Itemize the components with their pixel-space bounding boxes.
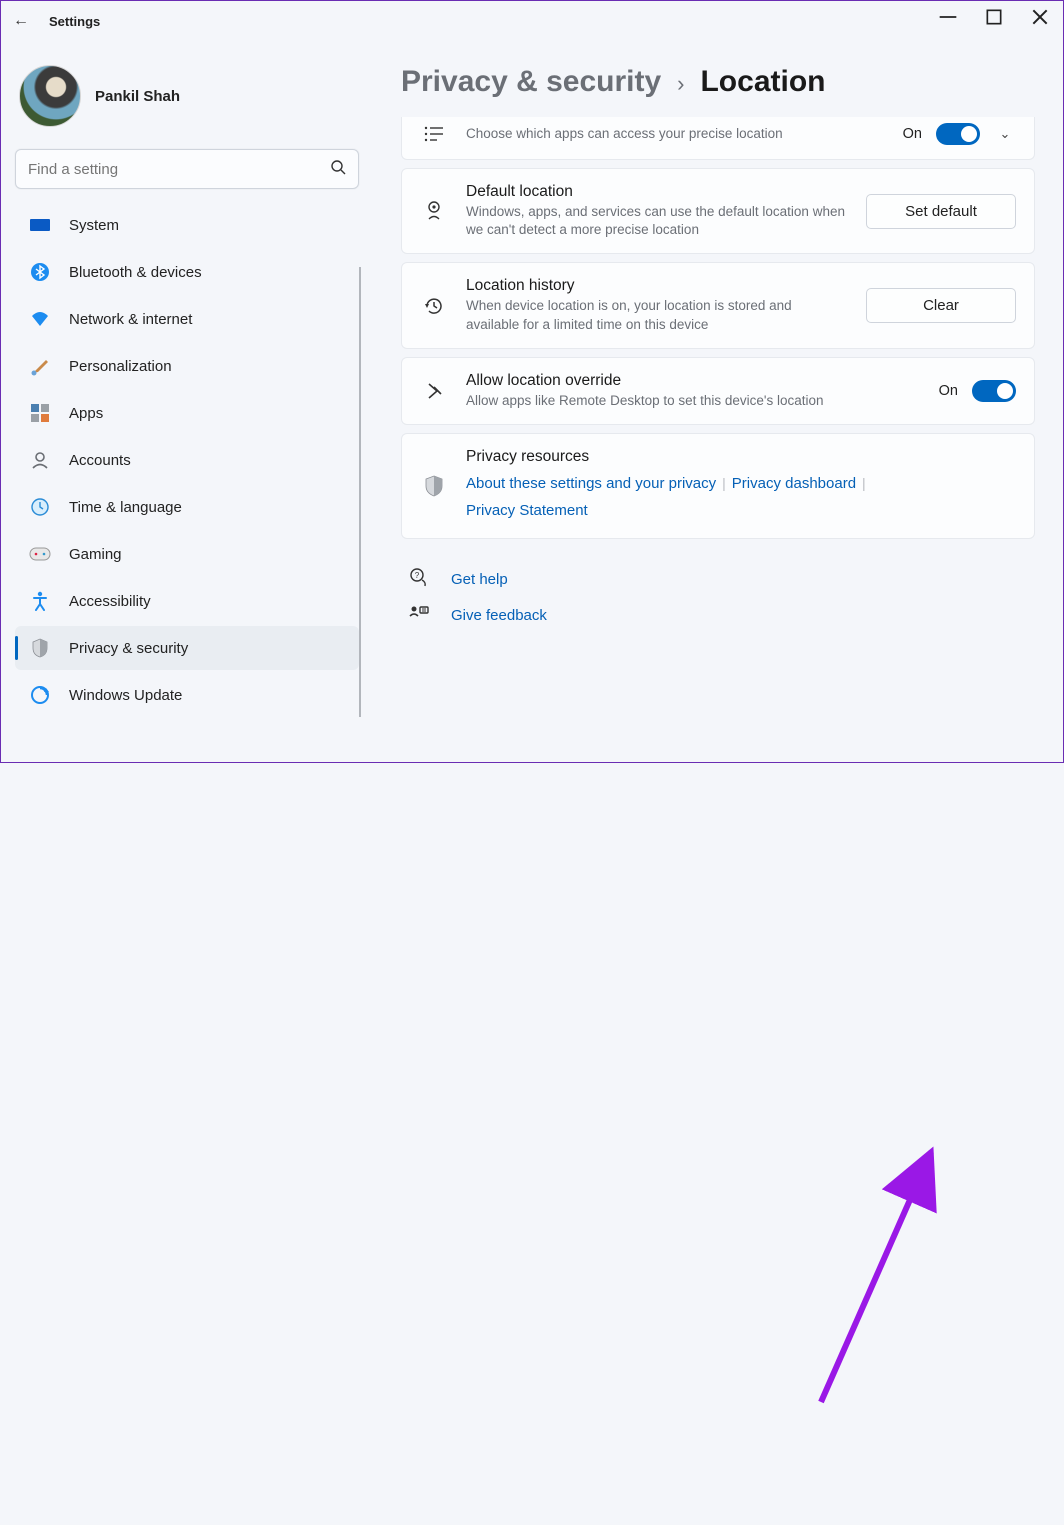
- main-content: Privacy & security › Location Choose whi…: [373, 41, 1063, 762]
- get-help-link[interactable]: Get help: [451, 571, 508, 588]
- sidebar-item-label: Windows Update: [69, 687, 182, 704]
- card-default-location: Default location Windows, apps, and serv…: [401, 168, 1035, 254]
- sidebar-item-network[interactable]: Network & internet: [15, 297, 359, 341]
- card-title: Default location: [466, 183, 848, 201]
- user-name: Pankil Shah: [95, 88, 180, 105]
- card-desc: Choose which apps can access your precis…: [466, 125, 885, 143]
- card-title: Privacy resources: [466, 448, 1016, 466]
- sidebar-scrollbar[interactable]: [359, 267, 361, 717]
- page-title: Location: [700, 65, 825, 99]
- sidebar-item-bluetooth[interactable]: Bluetooth & devices: [15, 250, 359, 294]
- sidebar-item-label: Privacy & security: [69, 640, 188, 657]
- set-default-button[interactable]: Set default: [866, 194, 1016, 229]
- nav-list: System Bluetooth & devices Network & int…: [15, 203, 359, 717]
- toggle-allow-override[interactable]: [972, 380, 1016, 402]
- back-button[interactable]: ←: [9, 12, 33, 30]
- search-box[interactable]: [15, 149, 359, 189]
- sidebar-item-apps[interactable]: Apps: [15, 391, 359, 435]
- toggle-state-label: On: [939, 383, 958, 399]
- sidebar: Pankil Shah System Bluetooth & devices N…: [1, 41, 373, 762]
- help-icon: ?: [409, 567, 431, 592]
- link-privacy-dashboard[interactable]: Privacy dashboard: [732, 475, 856, 492]
- sidebar-item-label: Personalization: [69, 358, 172, 375]
- sidebar-item-gaming[interactable]: Gaming: [15, 532, 359, 576]
- chevron-right-icon: ›: [677, 71, 684, 97]
- sidebar-item-label: Gaming: [69, 546, 122, 563]
- search-input[interactable]: [28, 161, 330, 178]
- sidebar-item-label: Network & internet: [69, 311, 192, 328]
- avatar: [19, 65, 81, 127]
- location-pin-icon: [420, 199, 448, 223]
- separator: |: [716, 475, 732, 491]
- gaming-icon: [29, 543, 51, 565]
- give-feedback-row[interactable]: Give feedback: [401, 598, 1035, 633]
- sidebar-item-label: Time & language: [69, 499, 182, 516]
- sidebar-item-label: System: [69, 217, 119, 234]
- brush-icon: [29, 355, 51, 377]
- sidebar-item-label: Accounts: [69, 452, 131, 469]
- history-icon: [420, 295, 448, 317]
- wifi-icon: [29, 308, 51, 330]
- toggle-precise-location[interactable]: [936, 123, 980, 145]
- minimize-button[interactable]: [925, 1, 971, 33]
- minimize-icon: [938, 7, 958, 27]
- card-allow-override: Allow location override Allow apps like …: [401, 357, 1035, 425]
- give-feedback-link[interactable]: Give feedback: [451, 607, 547, 624]
- link-about-privacy[interactable]: About these settings and your privacy: [466, 475, 716, 492]
- maximize-icon: [984, 7, 1004, 27]
- card-desc: Windows, apps, and services can use the …: [466, 203, 848, 239]
- sidebar-item-system[interactable]: System: [15, 203, 359, 247]
- list-settings-icon: [420, 125, 448, 143]
- sidebar-item-personalization[interactable]: Personalization: [15, 344, 359, 388]
- footer-links: ? Get help Give feedback: [401, 561, 1035, 633]
- sidebar-item-label: Apps: [69, 405, 103, 422]
- accounts-icon: [29, 449, 51, 471]
- sidebar-item-label: Bluetooth & devices: [69, 264, 202, 281]
- shield-icon: [29, 637, 51, 659]
- toggle-state-label: On: [903, 126, 922, 142]
- link-privacy-statement[interactable]: Privacy Statement: [466, 502, 588, 519]
- card-desc: Allow apps like Remote Desktop to set th…: [466, 392, 921, 410]
- separator: |: [856, 475, 872, 491]
- chevron-down-icon[interactable]: ⌄: [994, 126, 1016, 142]
- card-title: Allow location override: [466, 372, 921, 390]
- sidebar-item-accessibility[interactable]: Accessibility: [15, 579, 359, 623]
- card-precise-location[interactable]: Choose which apps can access your precis…: [401, 117, 1035, 160]
- override-icon: [420, 380, 448, 402]
- card-location-history: Location history When device location is…: [401, 262, 1035, 348]
- window-controls: [925, 1, 1063, 41]
- annotation-arrow: [1, 762, 1064, 1525]
- sidebar-item-accounts[interactable]: Accounts: [15, 438, 359, 482]
- maximize-button[interactable]: [971, 1, 1017, 33]
- sidebar-item-privacy-security[interactable]: Privacy & security: [15, 626, 359, 670]
- breadcrumb-parent[interactable]: Privacy & security: [401, 65, 661, 99]
- title-bar: ← Settings: [1, 1, 1063, 41]
- clock-globe-icon: [29, 496, 51, 518]
- card-desc: When device location is on, your locatio…: [466, 297, 848, 333]
- card-privacy-resources: Privacy resources About these settings a…: [401, 433, 1035, 539]
- feedback-icon: [409, 604, 431, 627]
- accessibility-icon: [29, 590, 51, 612]
- svg-text:?: ?: [415, 571, 420, 580]
- close-icon: [1030, 7, 1050, 27]
- system-icon: [29, 214, 51, 236]
- apps-icon: [29, 402, 51, 424]
- update-icon: [29, 684, 51, 706]
- bluetooth-icon: [29, 261, 51, 283]
- user-row[interactable]: Pankil Shah: [15, 59, 359, 149]
- app-title: Settings: [49, 14, 100, 29]
- get-help-row[interactable]: ? Get help: [401, 561, 1035, 598]
- close-button[interactable]: [1017, 1, 1063, 33]
- sidebar-item-label: Accessibility: [69, 593, 151, 610]
- shield-icon: [420, 475, 448, 497]
- search-icon: [330, 159, 346, 179]
- card-title: Location history: [466, 277, 848, 295]
- breadcrumb: Privacy & security › Location: [401, 65, 1035, 99]
- sidebar-item-time-language[interactable]: Time & language: [15, 485, 359, 529]
- clear-button[interactable]: Clear: [866, 288, 1016, 323]
- sidebar-item-windows-update[interactable]: Windows Update: [15, 673, 359, 717]
